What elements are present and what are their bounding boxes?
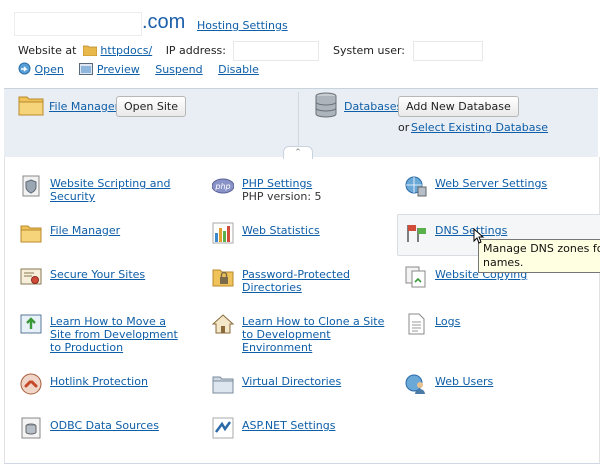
- web-server-settings-link[interactable]: Web Server Settings: [435, 177, 547, 190]
- list-item-secure-sites[interactable]: Secure Your Sites: [20, 268, 145, 288]
- list-item-odbc[interactable]: ODBC Data Sources: [20, 417, 159, 439]
- web-users-icon: [405, 374, 425, 394]
- list-item-password-dirs[interactable]: Password-Protected Directories: [212, 268, 352, 294]
- list-item-logs[interactable]: Logs: [405, 313, 460, 335]
- list-item-website-scripting[interactable]: Website Scripting and Security: [20, 175, 178, 203]
- dns-tooltip: Manage DNS zones for y names.: [478, 239, 600, 273]
- file-manager-folder-icon: [18, 96, 44, 116]
- domain-name-redacted: [14, 12, 142, 36]
- ip-address-label: IP address:: [165, 44, 226, 57]
- aspnet-link[interactable]: ASP.NET Settings: [242, 419, 335, 432]
- svg-text:php: php: [214, 182, 230, 191]
- ip-address-value: [233, 41, 320, 61]
- list-item-web-server-settings[interactable]: Web Server Settings: [405, 176, 547, 197]
- list-item-file-manager[interactable]: File Manager: [20, 224, 120, 244]
- add-new-database-button[interactable]: Add New Database: [398, 96, 519, 117]
- list-item-virtual-dirs[interactable]: Virtual Directories: [212, 375, 341, 395]
- hosting-settings-link[interactable]: Hosting Settings: [197, 19, 288, 32]
- suspend-link[interactable]: Suspend: [155, 63, 202, 76]
- chain-link-icon: [20, 373, 42, 395]
- file-manager-link[interactable]: File Manager: [50, 224, 120, 237]
- list-item-hotlink[interactable]: Hotlink Protection: [20, 373, 148, 395]
- odbc-database-icon: [21, 417, 41, 439]
- disable-link[interactable]: Disable: [218, 63, 259, 76]
- certificate-icon: [20, 268, 42, 285]
- upload-arrow-icon: [20, 314, 42, 334]
- open-icon: [18, 62, 31, 75]
- httpdocs-link[interactable]: httpdocs/: [100, 44, 152, 57]
- website-info-row: Website at httpdocs/ IP address: System …: [18, 41, 483, 61]
- list-item-clone-site[interactable]: Learn How to Clone a Site to Development…: [212, 314, 392, 354]
- copy-pages-icon: [405, 266, 426, 288]
- databases-icon: [315, 92, 337, 118]
- php-version: PHP version: 5: [242, 190, 322, 203]
- panel-divider: [298, 92, 299, 152]
- preview-link[interactable]: Preview: [97, 63, 140, 76]
- system-user-value: [412, 41, 483, 61]
- tooltip-line-1: Manage DNS zones for y: [483, 242, 600, 255]
- preview-icon: [79, 63, 94, 75]
- select-existing-database-link[interactable]: Select Existing Database: [411, 121, 548, 134]
- move-site-link[interactable]: Learn How to Move a Site from Developmen…: [50, 315, 178, 354]
- locked-folder-icon: [212, 269, 234, 287]
- panel-file-manager-link[interactable]: File Manager: [49, 100, 119, 113]
- list-item-move-site[interactable]: Learn How to Move a Site from Developmen…: [20, 314, 180, 354]
- house-icon: [212, 314, 234, 334]
- open-site-button[interactable]: Open Site: [116, 96, 186, 117]
- virtual-dirs-link[interactable]: Virtual Directories: [242, 375, 341, 388]
- list-item-aspnet[interactable]: ASP.NET Settings: [212, 417, 335, 439]
- php-icon: php: [212, 178, 234, 194]
- or-label: or: [398, 121, 410, 134]
- web-users-link[interactable]: Web Users: [435, 375, 493, 388]
- shield-scroll-icon: [22, 175, 40, 197]
- web-statistics-link[interactable]: Web Statistics: [242, 224, 320, 237]
- log-document-icon: [408, 313, 425, 335]
- tools-list: [4, 157, 600, 464]
- folder-icon: [82, 45, 98, 57]
- collapse-chevron-icon[interactable]: ⌃: [283, 146, 313, 159]
- php-settings-link[interactable]: PHP Settings: [242, 177, 312, 190]
- dns-flags-icon: [407, 225, 426, 242]
- aspnet-icon: [212, 417, 234, 439]
- logs-link[interactable]: Logs: [435, 315, 460, 328]
- website-actions: Open Preview Suspend Disable: [18, 62, 271, 76]
- list-item-web-users[interactable]: Web Users: [405, 374, 493, 395]
- databases-link[interactable]: Databases: [344, 100, 402, 113]
- list-item-web-statistics[interactable]: Web Statistics: [212, 222, 320, 244]
- domain-suffix: .com: [142, 11, 186, 33]
- list-item-php-settings[interactable]: php PHP Settings PHP version: 5: [212, 177, 322, 203]
- website-at-label: Website at: [18, 44, 77, 57]
- dns-settings-link[interactable]: DNS Settings: [435, 224, 507, 237]
- clone-site-link[interactable]: Learn How to Clone a Site to Development…: [242, 315, 384, 354]
- hotlink-link[interactable]: Hotlink Protection: [50, 375, 148, 388]
- folder-icon: [20, 225, 42, 243]
- globe-server-icon: [405, 176, 427, 197]
- system-user-label: System user:: [332, 44, 406, 57]
- open-link[interactable]: Open: [35, 63, 64, 76]
- website-scripting-link[interactable]: Website Scripting and Security: [50, 177, 170, 203]
- mouse-cursor-icon: [473, 228, 485, 244]
- secure-sites-link[interactable]: Secure Your Sites: [50, 268, 145, 281]
- bar-chart-icon: [212, 222, 234, 244]
- password-dirs-link[interactable]: Password-Protected Directories: [242, 268, 350, 294]
- virtual-folder-icon: [212, 376, 234, 394]
- tooltip-line-2: names.: [483, 256, 524, 269]
- odbc-link[interactable]: ODBC Data Sources: [50, 419, 159, 432]
